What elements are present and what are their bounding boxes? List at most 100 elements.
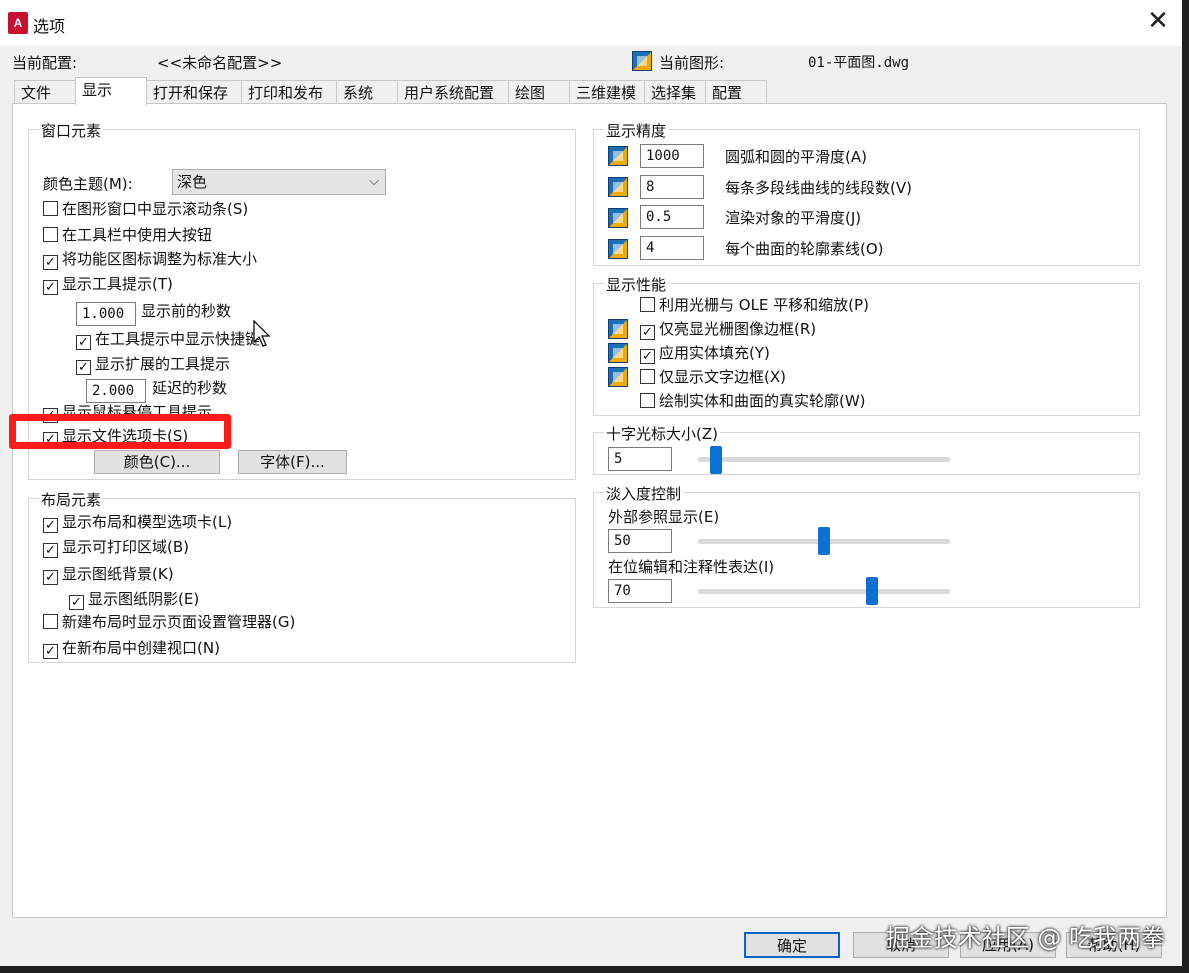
checkbox-box[interactable]: ✓ — [76, 360, 91, 375]
checkbox-label: 应用实体填充(Y) — [659, 344, 770, 362]
tooltip-delay-input[interactable]: 1.000 — [76, 302, 136, 326]
checkbox-true-silhouettes[interactable]: 绘制实体和曲面的真实轮廓(W) — [640, 392, 866, 410]
mouse-cursor-icon — [253, 320, 271, 347]
checkbox-printable-area[interactable]: ✓ 显示可打印区域(B) — [43, 538, 189, 558]
inplace-edit-label: 在位编辑和注释性表达(I) — [608, 558, 775, 576]
checkbox-label: 新建布局时显示页面设置管理器(G) — [62, 613, 296, 631]
current-drawing-label: 当前图形: — [659, 54, 725, 72]
checkbox-label: 利用光栅与 OLE 平移和缩放(P) — [659, 296, 869, 314]
ok-button[interactable]: 确定 — [744, 932, 840, 958]
tab-open-save[interactable]: 打开和保存 — [146, 80, 242, 104]
tab-user-preferences[interactable]: 用户系统配置 — [397, 80, 509, 104]
checkbox-box[interactable]: ✓ — [69, 595, 84, 610]
setting-saved-in-drawing-icon — [608, 208, 628, 228]
checkbox-box[interactable]: ✓ — [43, 543, 58, 558]
arc-smoothness-label: 圆弧和圆的平滑度(A) — [725, 148, 867, 166]
crosshair-slider-track[interactable] — [698, 457, 950, 462]
group-title: 布局元素 — [39, 489, 104, 510]
group-title: 显示精度 — [604, 120, 669, 141]
checkbox-paper-shadow[interactable]: ✓ 显示图纸阴影(E) — [69, 590, 199, 610]
inplace-edit-input[interactable]: 70 — [608, 579, 672, 603]
checkbox-box[interactable]: ✓ — [43, 570, 58, 585]
current-profile-value: <<未命名配置>> — [157, 54, 283, 72]
checkbox-box[interactable] — [640, 297, 655, 312]
tab-files[interactable]: 文件 — [14, 80, 76, 104]
inplace-slider-track[interactable] — [698, 589, 950, 594]
checkbox-page-setup-manager[interactable]: 新建布局时显示页面设置管理器(G) — [43, 613, 295, 631]
checkbox-resize-ribbon-icons[interactable]: ✓ 将功能区图标调整为标准大小 — [43, 250, 257, 270]
group-title: 窗口元素 — [39, 120, 104, 141]
crosshair-size-input[interactable]: 5 — [608, 447, 672, 471]
chevron-down-icon: ⌵ — [369, 174, 379, 189]
drawing-file-icon — [632, 51, 652, 71]
extended-delay-input[interactable]: 2.000 — [86, 379, 146, 403]
checkbox-layout-model-tabs[interactable]: ✓ 显示布局和模型选项卡(L) — [43, 513, 232, 533]
setting-saved-in-drawing-icon — [608, 146, 628, 166]
group-title: 淡入度控制 — [604, 483, 684, 504]
crosshair-size-group: 十字光标大小(Z) 5 — [593, 423, 1140, 475]
display-performance-group: 显示性能 利用光栅与 OLE 平移和缩放(P) ✓ 仅亮显光栅图像边框(R) ✓ 应… — [593, 274, 1140, 416]
xref-slider-thumb[interactable] — [818, 527, 830, 555]
current-profile-label: 当前配置: — [12, 54, 78, 72]
checkbox-box[interactable]: ✓ — [43, 644, 58, 659]
display-resolution-group: 显示精度 1000 圆弧和圆的平滑度(A) 8 每条多段线曲线的线段数(V) 0… — [593, 120, 1140, 266]
xref-display-input[interactable]: 50 — [608, 529, 672, 553]
polyline-segments-input[interactable]: 8 — [640, 175, 704, 199]
checkbox-label: 在新布局中创建视口(N) — [62, 639, 220, 657]
options-dialog: A 选项 ✕ 当前配置: <<未命名配置>> 当前图形: 01-平面图.dwg … — [0, 0, 1182, 966]
checkbox-label: 在工具栏中使用大按钮 — [62, 226, 213, 244]
fade-control-group: 淡入度控制 外部参照显示(E) 50 在位编辑和注释性表达(I) 70 — [593, 483, 1140, 608]
tab-profiles[interactable]: 配置 — [705, 80, 767, 104]
checkbox-label: 在图形窗口中显示滚动条(S) — [62, 200, 249, 218]
checkbox-box[interactable]: ✓ — [43, 280, 58, 295]
checkbox-box[interactable] — [43, 201, 58, 216]
arc-smoothness-input[interactable]: 1000 — [640, 144, 704, 168]
checkbox-label: 将功能区图标调整为标准大小 — [62, 250, 258, 268]
tab-display[interactable]: 显示 — [75, 77, 147, 105]
checkbox-box[interactable]: ✓ — [43, 518, 58, 533]
checkbox-box[interactable]: ✓ — [43, 255, 58, 270]
checkbox-text-frame-only[interactable]: 仅显示文字边框(X) — [640, 368, 786, 386]
checkbox-shortcut-keys[interactable]: ✓ 在工具提示中显示快捷键 — [76, 330, 260, 350]
checkbox-solid-fill[interactable]: ✓ 应用实体填充(Y) — [640, 344, 770, 364]
current-drawing-value: 01-平面图.dwg — [808, 55, 910, 71]
checkbox-show-tooltips[interactable]: ✓ 显示工具提示(T) — [43, 275, 173, 295]
checkbox-label: 显示可打印区域(B) — [62, 538, 189, 556]
tab-drafting[interactable]: 绘图 — [508, 80, 570, 104]
checkbox-highlight-raster-frame[interactable]: ✓ 仅亮显光栅图像边框(R) — [640, 320, 816, 340]
checkbox-box[interactable]: ✓ — [76, 335, 91, 350]
contour-lines-label: 每个曲面的轮廓素线(O) — [725, 240, 884, 258]
render-smoothness-input[interactable]: 0.5 — [640, 205, 704, 229]
crosshair-slider-thumb[interactable] — [710, 446, 722, 474]
tab-system[interactable]: 系统 — [336, 80, 398, 104]
checkbox-box[interactable]: ✓ — [640, 349, 655, 364]
tab-selection[interactable]: 选择集 — [644, 80, 706, 104]
colors-button[interactable]: 颜色(C)... — [94, 450, 220, 474]
tooltip-delay-label: 显示前的秒数 — [141, 302, 232, 320]
color-theme-select[interactable]: 深色 ⌵ — [172, 169, 386, 195]
checkbox-box[interactable]: ✓ — [640, 325, 655, 340]
checkbox-create-viewport[interactable]: ✓ 在新布局中创建视口(N) — [43, 639, 220, 659]
checkbox-paper-background[interactable]: ✓ 显示图纸背景(K) — [43, 565, 174, 585]
watermark: 掘金技术社区 @ 吃我两拳 — [885, 924, 1165, 952]
checkbox-box[interactable] — [640, 393, 655, 408]
autocad-app-icon: A — [8, 12, 28, 34]
checkbox-box[interactable] — [43, 614, 58, 629]
checkbox-label: 显示图纸背景(K) — [62, 565, 174, 583]
checkbox-show-scrollbars[interactable]: 在图形窗口中显示滚动条(S) — [43, 200, 248, 218]
tab-3d-modeling[interactable]: 三维建模 — [569, 80, 645, 104]
checkbox-box[interactable] — [640, 369, 655, 384]
close-button[interactable]: ✕ — [1144, 8, 1172, 36]
inplace-slider-thumb[interactable] — [866, 577, 878, 605]
fonts-button[interactable]: 字体(F)... — [238, 450, 347, 474]
extended-delay-label: 延迟的秒数 — [152, 379, 228, 397]
setting-saved-in-drawing-icon — [608, 177, 628, 197]
group-title: 显示性能 — [604, 274, 669, 295]
checkbox-label: 显示工具提示(T) — [62, 275, 173, 293]
tab-plot-publish[interactable]: 打印和发布 — [241, 80, 337, 104]
checkbox-raster-ole-pan[interactable]: 利用光栅与 OLE 平移和缩放(P) — [640, 296, 869, 314]
contour-lines-input[interactable]: 4 — [640, 236, 704, 260]
checkbox-large-buttons[interactable]: 在工具栏中使用大按钮 — [43, 226, 212, 244]
checkbox-box[interactable] — [43, 227, 58, 242]
checkbox-extended-tooltips[interactable]: ✓ 显示扩展的工具提示 — [76, 355, 230, 375]
